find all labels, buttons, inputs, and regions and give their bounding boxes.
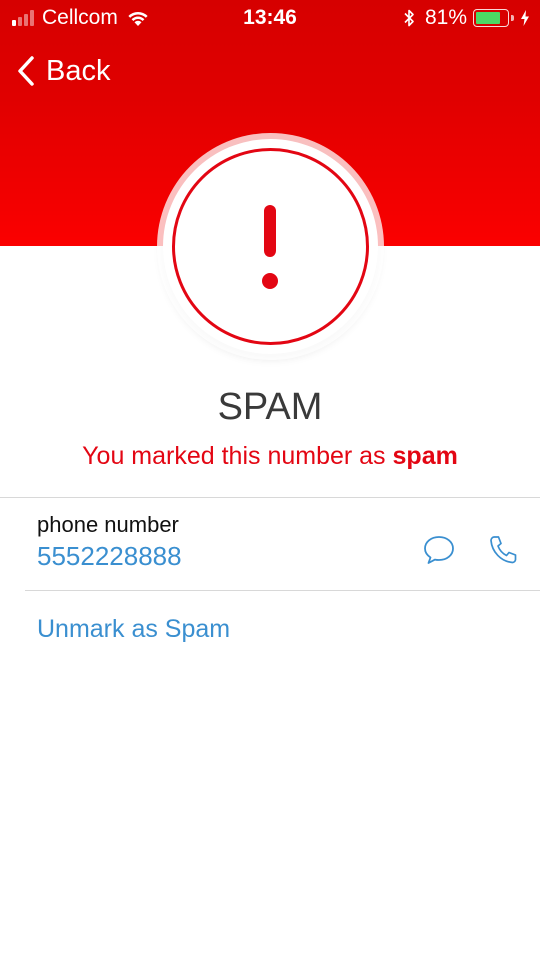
status-message-emphasis: spam	[392, 442, 458, 470]
status-right: 81%	[403, 6, 530, 30]
charging-icon	[521, 10, 529, 26]
page-title: SPAM	[217, 386, 323, 428]
battery-fill	[476, 12, 501, 24]
unmark-spam-button[interactable]: Unmark as Spam	[37, 615, 230, 644]
battery-icon	[473, 9, 509, 27]
alert-badge	[163, 139, 378, 354]
back-button[interactable]: Back	[16, 52, 110, 90]
battery-percent: 81%	[424, 6, 467, 29]
chevron-left-icon	[18, 56, 34, 86]
divider	[25, 590, 540, 591]
divider	[0, 497, 540, 498]
bluetooth-icon	[404, 9, 414, 27]
phone-number-label: phone number	[37, 512, 179, 537]
phone-icon[interactable]	[488, 534, 518, 566]
status-bar: Cellcom 13:46 81%	[0, 0, 540, 36]
status-message-text: You marked this number as	[82, 442, 393, 470]
phone-number-value[interactable]: 5552228888	[37, 541, 182, 572]
status-message: You marked this number as spam	[0, 442, 540, 471]
message-bubble-icon[interactable]	[422, 534, 456, 566]
exclamation-icon	[262, 205, 278, 289]
battery-tip	[511, 15, 514, 21]
back-label: Back	[46, 54, 111, 87]
